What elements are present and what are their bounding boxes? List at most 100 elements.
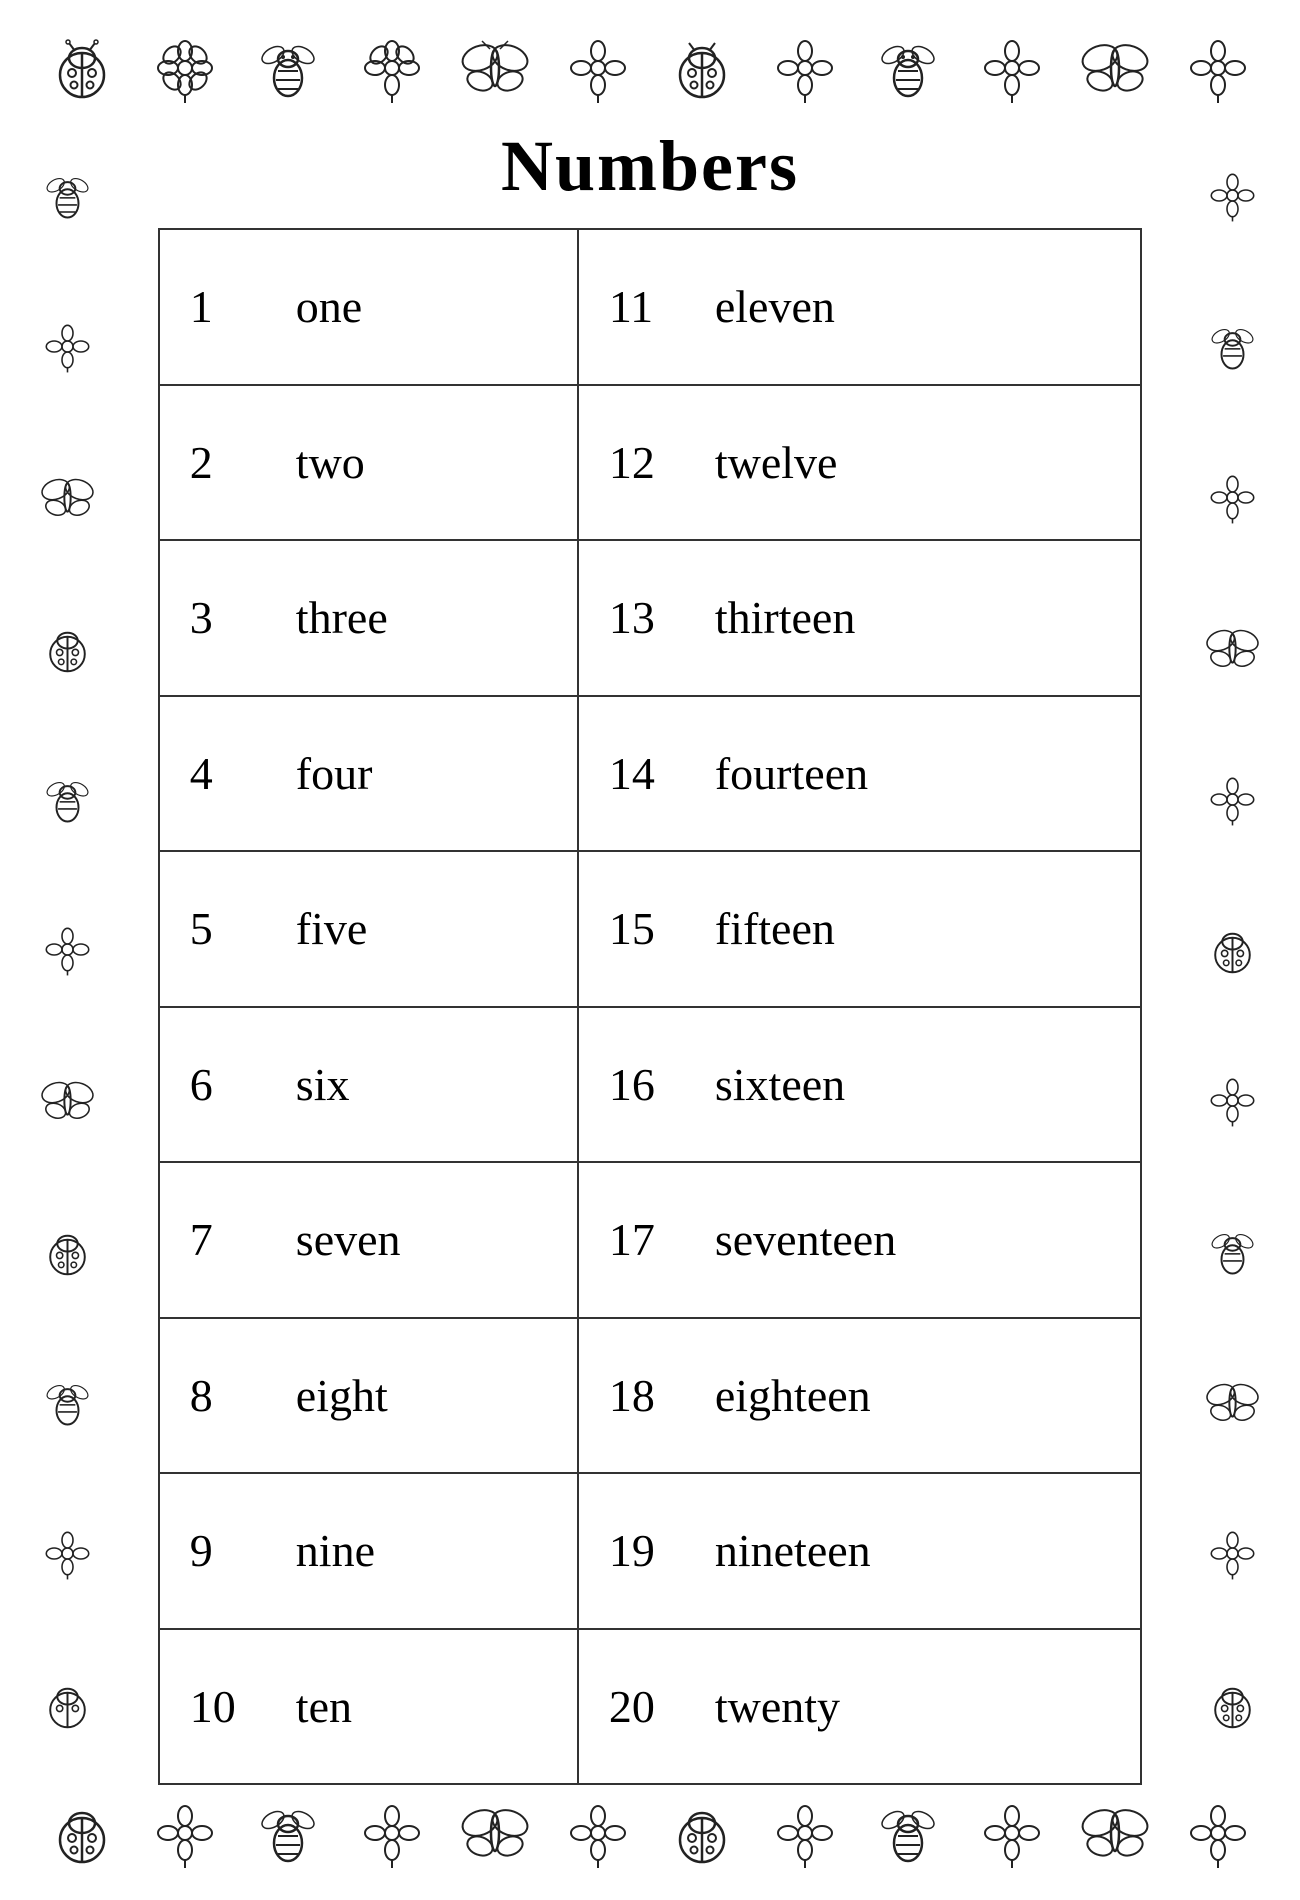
bottom-flower-5	[977, 1798, 1047, 1868]
number-right: 14	[578, 696, 685, 852]
word-left: two	[266, 385, 578, 541]
main-content: Numbers 1one11eleven2two12twelve3three13…	[115, 115, 1185, 1785]
word-right: seventeen	[685, 1162, 1141, 1318]
bottom-ladybug-1	[47, 1798, 117, 1868]
word-left: four	[266, 696, 578, 852]
left-flower-1	[40, 319, 95, 374]
page-title: Numbers	[501, 125, 799, 208]
number-right: 12	[578, 385, 685, 541]
right-bee-1	[1205, 319, 1260, 374]
table-row: 10ten20twenty	[159, 1629, 1141, 1785]
table-row: 3three13thirteen	[159, 540, 1141, 696]
number-right: 16	[578, 1007, 685, 1163]
flower-icon-3	[563, 33, 633, 103]
flower-icon-6	[1183, 33, 1253, 103]
bottom-flower-4	[770, 1798, 840, 1868]
number-right: 20	[578, 1629, 685, 1785]
left-butterfly-1	[40, 470, 95, 525]
bottom-bee-2	[873, 1798, 943, 1868]
table-row: 8eight18eighteen	[159, 1318, 1141, 1474]
number-left: 9	[159, 1473, 266, 1629]
bottom-ladybug-2	[667, 1798, 737, 1868]
right-bee-2	[1205, 1224, 1260, 1279]
left-ladybug-3	[40, 1677, 95, 1732]
top-border	[20, 20, 1280, 115]
flower-icon	[150, 33, 220, 103]
flower-icon-4	[770, 33, 840, 103]
left-bee-1	[40, 168, 95, 223]
number-left: 5	[159, 851, 266, 1007]
table-row: 1one11eleven	[159, 229, 1141, 385]
word-left: six	[266, 1007, 578, 1163]
bee-icon	[253, 33, 323, 103]
right-flower-3	[1205, 772, 1260, 827]
bottom-border	[20, 1785, 1280, 1880]
word-right: nineteen	[685, 1473, 1141, 1629]
word-left: eight	[266, 1318, 578, 1474]
left-butterfly-2	[40, 1073, 95, 1128]
bottom-butterfly-2	[1080, 1798, 1150, 1868]
table-row: 5five15fifteen	[159, 851, 1141, 1007]
number-right: 11	[578, 229, 685, 385]
table-row: 2two12twelve	[159, 385, 1141, 541]
left-bee-3	[40, 1375, 95, 1430]
word-right: twelve	[685, 385, 1141, 541]
number-left: 7	[159, 1162, 266, 1318]
word-right: thirteen	[685, 540, 1141, 696]
butterfly-icon-2	[1080, 33, 1150, 103]
number-left: 6	[159, 1007, 266, 1163]
numbers-table: 1one11eleven2two12twelve3three13thirteen…	[158, 228, 1142, 1785]
bottom-flower-3	[563, 1798, 633, 1868]
flower-icon-5	[977, 33, 1047, 103]
right-flower-4	[1205, 1073, 1260, 1128]
bottom-flower-6	[1183, 1798, 1253, 1868]
number-right: 19	[578, 1473, 685, 1629]
number-left: 2	[159, 385, 266, 541]
right-border	[1185, 115, 1280, 1785]
table-row: 4four14fourteen	[159, 696, 1141, 852]
number-right: 13	[578, 540, 685, 696]
number-left: 3	[159, 540, 266, 696]
butterfly-icon	[460, 33, 530, 103]
right-flower-2	[1205, 470, 1260, 525]
bee-icon-2	[873, 33, 943, 103]
flower-icon-2	[357, 33, 427, 103]
page: Numbers 1one11eleven2two12twelve3three13…	[0, 0, 1300, 1900]
number-left: 1	[159, 229, 266, 385]
word-right: fourteen	[685, 696, 1141, 852]
bottom-bee-1	[253, 1798, 323, 1868]
inner-layout: Numbers 1one11eleven2two12twelve3three13…	[20, 115, 1280, 1785]
right-flower-1	[1205, 168, 1260, 223]
word-left: five	[266, 851, 578, 1007]
right-ladybug-1	[1205, 922, 1260, 977]
table-row: 6six16sixteen	[159, 1007, 1141, 1163]
right-flower-5	[1205, 1526, 1260, 1581]
table-row: 9nine19nineteen	[159, 1473, 1141, 1629]
left-flower-3	[40, 1526, 95, 1581]
number-left: 10	[159, 1629, 266, 1785]
left-flower-2	[40, 922, 95, 977]
ladybug-icon-2	[667, 33, 737, 103]
word-left: three	[266, 540, 578, 696]
word-left: nine	[266, 1473, 578, 1629]
ladybug-icon	[47, 33, 117, 103]
word-left: seven	[266, 1162, 578, 1318]
word-right: sixteen	[685, 1007, 1141, 1163]
number-left: 8	[159, 1318, 266, 1474]
word-right: eleven	[685, 229, 1141, 385]
number-right: 17	[578, 1162, 685, 1318]
right-ladybug-2	[1205, 1677, 1260, 1732]
word-right: fifteen	[685, 851, 1141, 1007]
number-right: 15	[578, 851, 685, 1007]
bottom-butterfly-1	[460, 1798, 530, 1868]
right-butterfly-1	[1205, 621, 1260, 676]
word-right: twenty	[685, 1629, 1141, 1785]
left-bee-2	[40, 772, 95, 827]
word-right: eighteen	[685, 1318, 1141, 1474]
word-left: one	[266, 229, 578, 385]
left-ladybug-2	[40, 1224, 95, 1279]
number-right: 18	[578, 1318, 685, 1474]
bottom-flower-1	[150, 1798, 220, 1868]
right-butterfly-2	[1205, 1375, 1260, 1430]
left-ladybug-1	[40, 621, 95, 676]
